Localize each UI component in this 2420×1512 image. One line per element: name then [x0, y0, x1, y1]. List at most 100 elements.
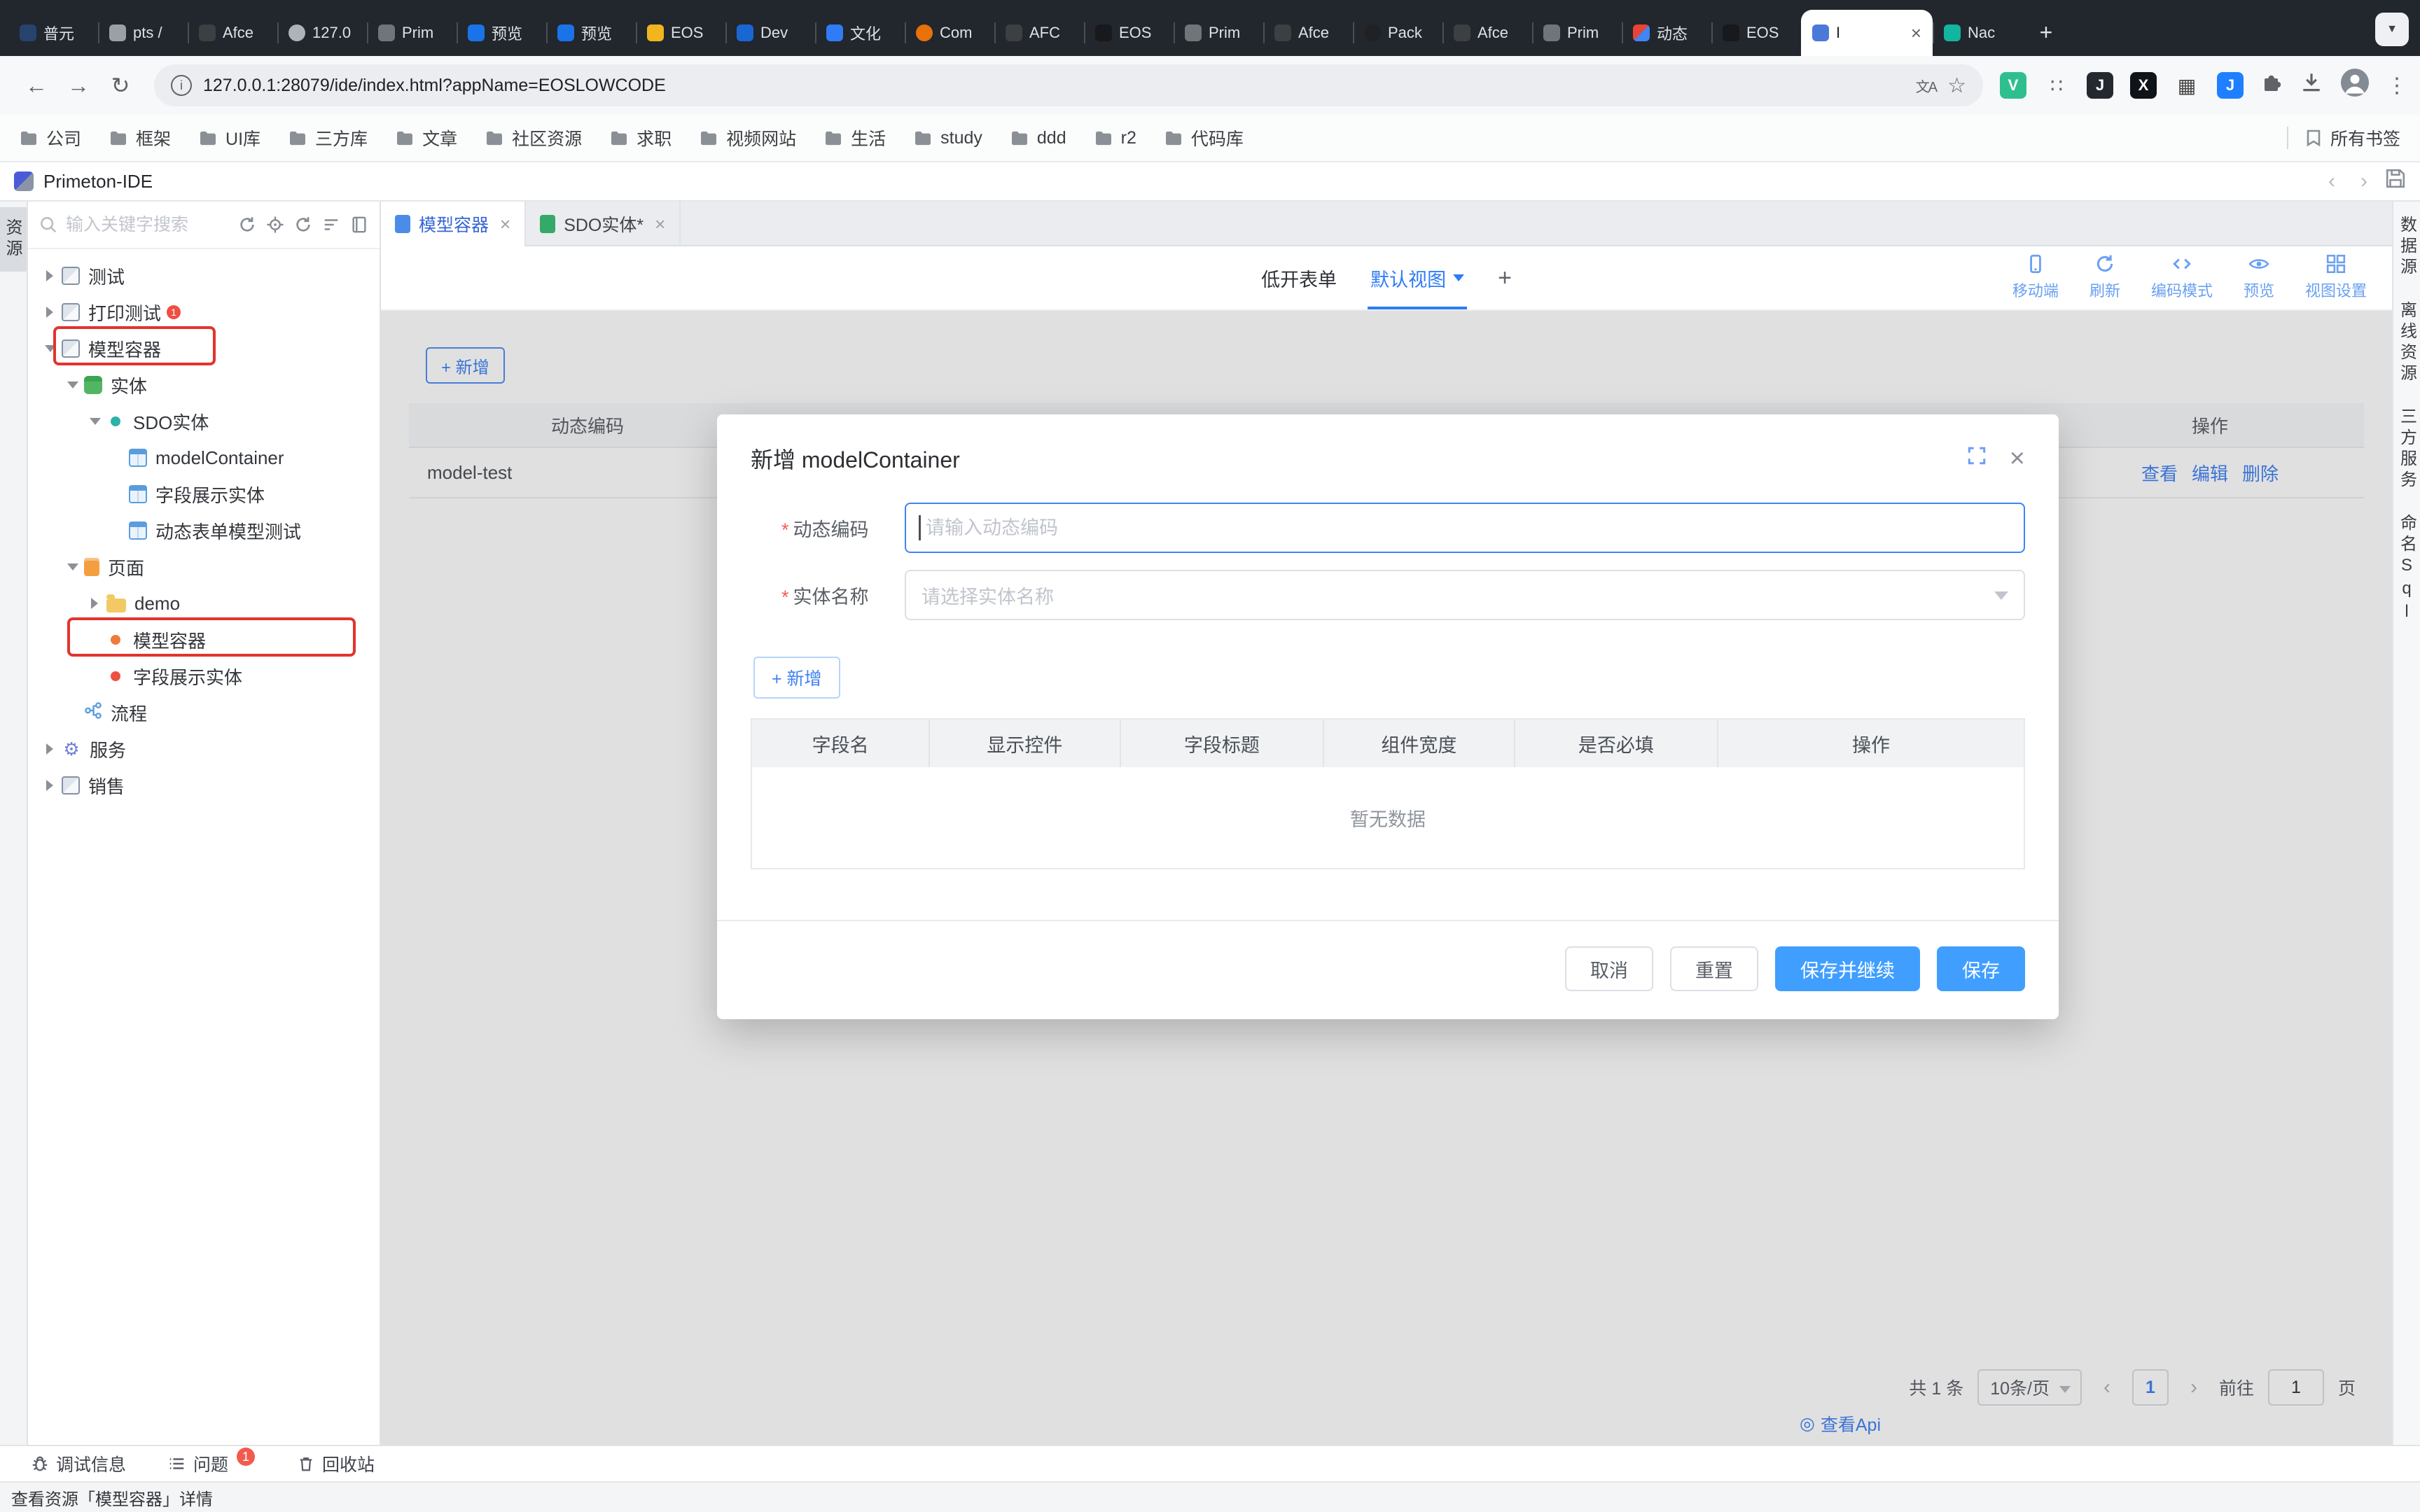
dynamic-code-input[interactable]	[905, 503, 2025, 553]
tree-item[interactable]: 销售	[28, 767, 380, 804]
refresh-icon[interactable]	[294, 216, 312, 234]
tree-item-model-container[interactable]: 模型容器	[28, 330, 380, 367]
caret-down-icon[interactable]	[64, 376, 81, 394]
reload-button[interactable]: ↻	[101, 66, 140, 105]
browser-menu-icon[interactable]: ⋮	[2386, 74, 2403, 98]
browser-tab[interactable]: 预览	[546, 10, 636, 56]
save-button[interactable]: 保存	[1937, 946, 2025, 991]
refresh-all-icon[interactable]	[238, 216, 256, 234]
close-icon[interactable]: ×	[2010, 445, 2025, 472]
extension-grid-icon[interactable]: ▦	[2174, 72, 2200, 99]
extension-dots-icon[interactable]: ∷	[2043, 72, 2070, 99]
forward-button[interactable]: →	[59, 66, 98, 105]
caret-right-icon[interactable]	[42, 743, 59, 755]
browser-tab[interactable]: Prim	[1174, 10, 1263, 56]
caret-down-icon[interactable]	[87, 412, 104, 430]
locate-icon[interactable]	[266, 216, 284, 234]
caret-down-icon[interactable]	[42, 340, 59, 358]
rail-tab-third-party-services[interactable]: 三方服务	[2395, 407, 2419, 491]
bookmark-folder[interactable]: study	[914, 128, 982, 148]
downloads-icon[interactable]	[2300, 71, 2323, 100]
back-button[interactable]: ←	[17, 66, 56, 105]
add-view-button[interactable]: +	[1498, 265, 1512, 292]
fullscreen-icon[interactable]	[1966, 445, 1987, 472]
sort-list-icon[interactable]	[322, 216, 340, 234]
translate-icon[interactable]: 文A	[1916, 76, 1936, 96]
bookmark-folder[interactable]: UI库	[199, 125, 260, 150]
save-and-continue-button[interactable]: 保存并继续	[1775, 946, 1920, 991]
bookmark-folder[interactable]: 社区资源	[485, 125, 582, 150]
bookmark-star-icon[interactable]: ☆	[1947, 74, 1966, 98]
refresh-button[interactable]: 刷新	[2089, 253, 2120, 301]
problems-button[interactable]: 问题1	[168, 1451, 255, 1476]
profile-avatar[interactable]	[2340, 68, 2370, 103]
tree-item[interactable]: demo	[28, 585, 380, 622]
history-back-icon[interactable]: ‹	[2321, 169, 2343, 193]
rail-tab-datasource[interactable]: 数据源	[2395, 216, 2419, 279]
code-mode-button[interactable]: 编码模式	[2151, 253, 2213, 301]
site-info-icon[interactable]: i	[171, 75, 192, 96]
extension-j-icon[interactable]: J	[2087, 72, 2113, 99]
browser-tab[interactable]: 文化	[815, 10, 905, 56]
browser-tab[interactable]: 动态	[1622, 10, 1711, 56]
browser-tab[interactable]: Prim	[1532, 10, 1622, 56]
tree-item[interactable]: 打印测试1	[28, 294, 380, 330]
browser-tab[interactable]: EOS	[1711, 10, 1801, 56]
bookmark-folder[interactable]: 视频网站	[700, 125, 796, 150]
tree-item[interactable]: 实体	[28, 367, 380, 403]
browser-tab[interactable]: EOS	[636, 10, 725, 56]
caret-right-icon[interactable]	[42, 307, 59, 318]
browser-tab[interactable]: pts /	[98, 10, 188, 56]
caret-right-icon[interactable]	[42, 780, 59, 791]
browser-tab[interactable]: Prim	[367, 10, 457, 56]
recycle-bin-button[interactable]: 回收站	[297, 1451, 375, 1476]
editor-tab-sdo-entity[interactable]: SDO实体*×	[526, 202, 681, 246]
rail-tab-named-sql[interactable]: 命名Sql	[2395, 514, 2419, 625]
mobile-view-button[interactable]: 移动端	[2012, 253, 2059, 301]
browser-tab-active[interactable]: I×	[1801, 10, 1933, 56]
browser-tab[interactable]: Dev	[725, 10, 815, 56]
browser-tab[interactable]: Afce	[1442, 10, 1532, 56]
bookmark-folder[interactable]: 生活	[824, 125, 886, 150]
editor-tab-model-container[interactable]: 模型容器×	[381, 202, 526, 246]
search-input[interactable]	[66, 215, 230, 235]
tree-item-page-model-container[interactable]: 模型容器	[28, 622, 380, 658]
new-tab-button[interactable]: +	[2028, 14, 2064, 50]
tree-item[interactable]: 字段展示实体	[28, 476, 380, 512]
browser-tab[interactable]: 127.0	[277, 10, 367, 56]
tab-search-button[interactable]: ▼	[2375, 13, 2409, 46]
history-forward-icon[interactable]: ›	[2353, 169, 2375, 193]
debug-info-button[interactable]: 调试信息	[31, 1451, 126, 1476]
caret-down-icon[interactable]	[64, 558, 81, 576]
rail-tab-resources[interactable]: 资源	[0, 207, 27, 272]
reset-button[interactable]: 重置	[1670, 946, 1758, 991]
tab-close-icon[interactable]: ×	[655, 214, 665, 235]
extensions-puzzle-icon[interactable]	[2260, 71, 2283, 99]
add-field-button[interactable]: + 新增	[753, 657, 840, 699]
browser-tab[interactable]: Pack	[1353, 10, 1442, 56]
view-settings-button[interactable]: 视图设置	[2305, 253, 2367, 301]
browser-tab[interactable]: Com	[905, 10, 994, 56]
browser-tab[interactable]: Afce	[1263, 10, 1353, 56]
cancel-button[interactable]: 取消	[1565, 946, 1653, 991]
save-icon[interactable]	[2385, 168, 2406, 195]
bookmark-folder[interactable]: 代码库	[1164, 125, 1244, 150]
bookmark-folder[interactable]: ddd	[1010, 128, 1066, 148]
view-tab-default[interactable]: 默认视图	[1370, 246, 1464, 309]
browser-tab[interactable]: EOS	[1084, 10, 1174, 56]
tab-close-icon[interactable]: ×	[1911, 22, 1921, 44]
tree-item[interactable]: 动态表单模型测试	[28, 512, 380, 549]
browser-tab[interactable]: Nac	[1933, 10, 2022, 56]
bookmark-folder[interactable]: 框架	[109, 125, 171, 150]
caret-right-icon[interactable]	[42, 270, 59, 281]
all-bookmarks-button[interactable]: 所有书签	[2305, 125, 2400, 150]
tree-item[interactable]: SDO实体	[28, 403, 380, 440]
tree-item[interactable]: ⚙服务	[28, 731, 380, 767]
browser-tab[interactable]: 预览	[457, 10, 546, 56]
entity-name-select[interactable]: 请选择实体名称	[905, 570, 2025, 620]
bookmark-folder[interactable]: 文章	[396, 125, 457, 150]
tree-item[interactable]: 字段展示实体	[28, 658, 380, 694]
bookmark-folder[interactable]: r2	[1094, 128, 1136, 148]
preview-button[interactable]: 预览	[2244, 253, 2274, 301]
tree-item[interactable]: modelContainer	[28, 440, 380, 476]
